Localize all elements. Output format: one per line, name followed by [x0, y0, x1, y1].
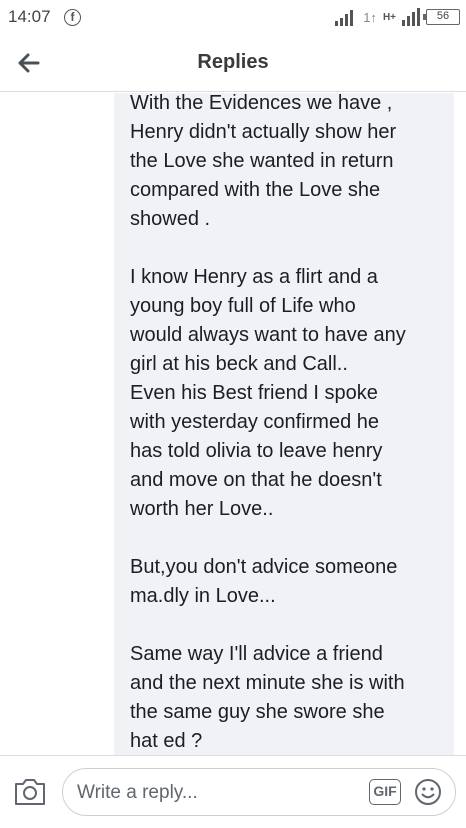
status-icons: 1↑ H+ 56 [335, 6, 460, 28]
reply-input[interactable]: Write a reply... GIF [62, 768, 456, 816]
camera-button[interactable] [12, 776, 48, 808]
page-title: Replies [197, 51, 269, 73]
smiley-icon [415, 779, 441, 805]
reply-thread: With the Evidences we have , Henry didn'… [0, 93, 466, 755]
camera-icon [15, 779, 45, 805]
mobile-signal-icon [402, 8, 420, 26]
comment-paragraph: Same way I'll advice a friend and the ne… [130, 643, 405, 752]
comment-paragraph: I know Henry as a flirt and a young boy … [130, 266, 406, 520]
network-type-label: H+ [382, 11, 396, 23]
comment-paragraph: With the Evidences we have , Henry didn'… [130, 93, 397, 230]
emoji-button[interactable] [413, 777, 443, 807]
battery-icon: 56 [423, 9, 460, 25]
signal-strength-icon [335, 10, 354, 26]
comment-paragraph: But,you don't advice someone ma.dly in L… [130, 556, 398, 607]
reply-composer: Write a reply... GIF [0, 755, 466, 828]
status-time: 14:07 [8, 7, 51, 26]
reply-placeholder: Write a reply... [77, 782, 198, 803]
data-activity-label: 1↑ [363, 9, 377, 25]
gif-button[interactable]: GIF [369, 779, 401, 805]
comment-bubble[interactable]: With the Evidences we have , Henry didn'… [114, 93, 454, 755]
header: Replies [0, 34, 466, 92]
status-bar: 14:07 f 1↑ H+ 56 [0, 0, 466, 34]
facebook-notification-icon: f [64, 9, 81, 26]
